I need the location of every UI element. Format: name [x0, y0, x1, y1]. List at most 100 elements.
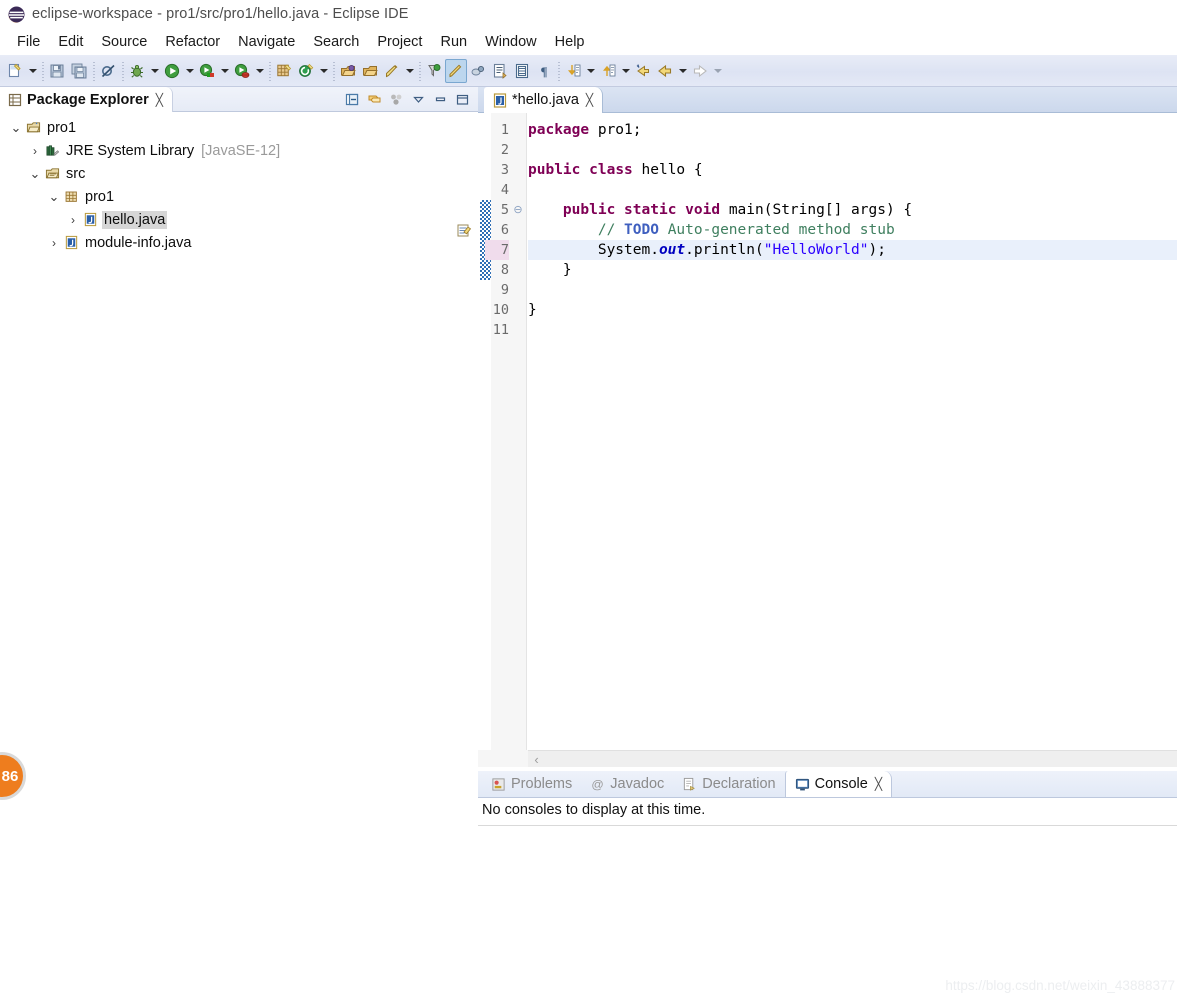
next-edit-location-icon[interactable] [562, 59, 584, 83]
back-icon[interactable] [654, 59, 676, 83]
skip-breakpoints-icon[interactable] [97, 59, 119, 83]
java-file-icon [84, 212, 96, 227]
dropdown-arrow[interactable] [253, 59, 266, 83]
chevron-down-icon[interactable] [408, 90, 428, 110]
toggle-mark-occurrences-icon[interactable] [445, 58, 467, 83]
close-icon[interactable]: ╳ [875, 777, 882, 791]
tab-label: Declaration [702, 776, 776, 792]
save-all-icon[interactable] [68, 59, 90, 83]
code-line-8[interactable]: } [528, 260, 572, 280]
code-editor[interactable]: 1 2 3 4 5 ⊖ 6 7 8 9 10 11 package pro1; public class… [457, 113, 1177, 767]
menu-item-edit[interactable]: Edit [49, 32, 92, 52]
toolbar-separator [266, 60, 273, 81]
coverage-icon[interactable] [196, 59, 218, 83]
tree-item-jre-system-library[interactable]: › JRE System Library [JavaSE-12] [0, 139, 478, 162]
line-number-gutter: 1 2 3 4 5 ⊖ 6 7 8 9 10 11 [457, 113, 527, 767]
code-line-10[interactable]: } [528, 300, 537, 320]
tab-javadoc[interactable]: @ Javadoc [581, 771, 673, 797]
menu-item-refactor[interactable]: Refactor [156, 32, 229, 52]
chevron-down-icon[interactable]: ⌄ [8, 121, 24, 134]
tree-item-hello-java[interactable]: › hello.java [0, 208, 478, 231]
console-separator [478, 825, 1177, 826]
open-type-icon[interactable] [337, 59, 359, 83]
show-whitespace-icon[interactable] [511, 59, 533, 83]
back-history-icon[interactable] [632, 59, 654, 83]
fold-collapse-icon[interactable]: ⊖ [512, 200, 524, 220]
line-number-10: 10 [492, 302, 509, 318]
menu-item-help[interactable]: Help [546, 32, 594, 52]
forward-icon-disabled[interactable] [689, 59, 711, 83]
dropdown-arrow[interactable] [148, 59, 161, 83]
pilcrow-icon[interactable]: ¶ [533, 59, 555, 83]
search-icon[interactable] [423, 59, 445, 83]
debug-bug-icon[interactable] [126, 59, 148, 83]
minimize-icon[interactable] [430, 90, 450, 110]
new-java-class-icon[interactable] [295, 59, 317, 83]
javadoc-at-icon: @ [592, 777, 604, 791]
tree-item-pro1[interactable]: ⌄ pro1 [0, 185, 478, 208]
chevron-down-icon[interactable]: ⌄ [27, 167, 43, 180]
code-line-1[interactable]: package pro1; [528, 120, 642, 140]
dropdown-arrow[interactable] [584, 59, 597, 83]
dropdown-arrow[interactable] [26, 59, 39, 83]
tree-item-pro1[interactable]: ⌄ pro1 [0, 116, 478, 139]
tree-item-module-info-java[interactable]: › module-info.java [0, 231, 478, 254]
tab-console[interactable]: Console ╳ [784, 771, 893, 797]
editor-tabbar: *hello.java ╳ [478, 87, 1177, 113]
previous-edit-location-icon[interactable] [597, 59, 619, 83]
collapse-all-icon[interactable] [342, 90, 362, 110]
code-token: TODO [624, 222, 659, 238]
close-icon[interactable]: ╳ [586, 93, 593, 107]
code-line-6[interactable]: // TODO Auto-generated method stub [528, 220, 895, 240]
dropdown-arrow[interactable] [403, 59, 416, 83]
dropdown-arrow[interactable] [218, 59, 231, 83]
tab-declaration[interactable]: Declaration [673, 771, 784, 797]
tree-item-suffix: [JavaSE-12] [201, 142, 281, 159]
open-task-icon[interactable] [359, 59, 381, 83]
code-token: public [562, 202, 616, 218]
dropdown-arrow[interactable] [183, 59, 196, 83]
save-icon [50, 64, 64, 77]
dropdown-arrow[interactable] [619, 59, 632, 83]
close-icon[interactable]: ╳ [156, 93, 163, 107]
scroll-left-icon[interactable]: ‹ [528, 752, 545, 767]
next-annotation-icon[interactable] [489, 59, 511, 83]
run-icon[interactable] [161, 59, 183, 83]
problems-icon [492, 777, 505, 791]
code-text-area[interactable]: package pro1; public class hello { public… [528, 113, 1177, 767]
todo-task-marker-icon[interactable] [456, 222, 472, 238]
link-with-editor-icon[interactable] [364, 90, 384, 110]
tree-item-src[interactable]: ⌄ src [0, 162, 478, 185]
view-menu-dots-icon[interactable] [386, 90, 406, 110]
chevron-right-icon[interactable]: › [65, 213, 81, 227]
code-line-5[interactable]: public static void main(String[] args) { [528, 200, 912, 220]
search-icon [428, 63, 441, 77]
menu-item-source[interactable]: Source [92, 32, 156, 52]
new-file-icon[interactable] [4, 59, 26, 83]
menu-item-project[interactable]: Project [368, 32, 431, 52]
dropdown-arrow[interactable] [317, 59, 330, 83]
chevron-right-icon[interactable]: › [46, 236, 62, 250]
chevron-right-icon[interactable]: › [27, 144, 43, 158]
menu-item-window[interactable]: Window [476, 32, 546, 52]
menu-item-run[interactable]: Run [431, 32, 476, 52]
profile-icon[interactable] [231, 59, 253, 83]
dropdown-arrow-disabled[interactable] [711, 59, 724, 83]
tab-problems[interactable]: Problems [482, 771, 581, 797]
editor-horizontal-scrollbar[interactable]: ‹ [528, 750, 1177, 767]
next-edit-location-icon [568, 64, 581, 76]
chevron-down-icon[interactable]: ⌄ [46, 190, 62, 203]
quick-fix-icon[interactable] [381, 59, 403, 83]
new-java-package-icon[interactable] [273, 59, 295, 83]
link-icon[interactable] [467, 59, 489, 83]
code-line-7[interactable]: System.out.println("HelloWorld"); [528, 240, 1177, 260]
tab-hello-java[interactable]: *hello.java ╳ [484, 87, 604, 113]
code-line-3[interactable]: public class hello { [528, 160, 703, 180]
menu-item-file[interactable]: File [8, 32, 49, 52]
save-icon[interactable] [46, 59, 68, 83]
maximize-icon[interactable] [452, 90, 472, 110]
menu-item-search[interactable]: Search [304, 32, 368, 52]
menu-item-navigate[interactable]: Navigate [229, 32, 304, 52]
dropdown-arrow[interactable] [676, 59, 689, 83]
tab-package-explorer[interactable]: Package Explorer ╳ [0, 87, 173, 112]
